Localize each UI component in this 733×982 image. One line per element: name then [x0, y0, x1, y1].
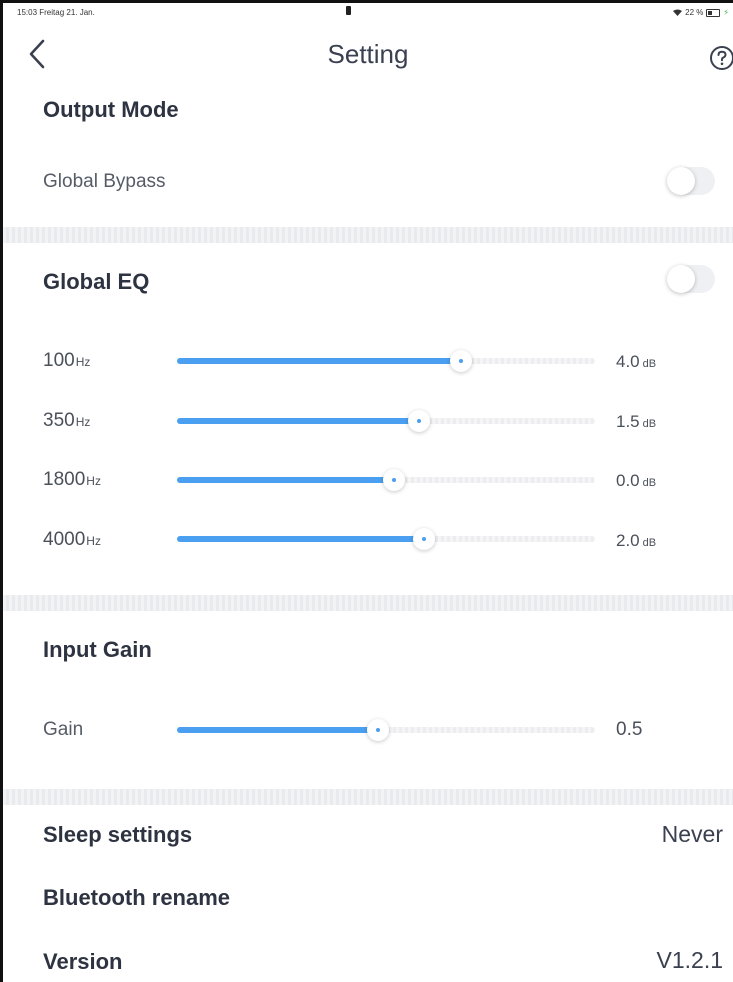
question-circle-icon: [710, 46, 733, 70]
eq-band-frequency: 4000Hz: [43, 529, 101, 550]
eq-band-slider-1800hz[interactable]: [177, 468, 595, 492]
slider-fill: [177, 536, 424, 542]
status-time-date: 15:03 Freitag 21. Jan.: [17, 8, 95, 17]
eq-band-frequency: 1800Hz: [43, 469, 101, 490]
version-label: Version: [43, 949, 123, 974]
eq-band-frequency: 100Hz: [43, 350, 91, 371]
global-eq-toggle[interactable]: [667, 265, 715, 293]
status-indicators: 22 % ⚡: [673, 8, 729, 17]
eq-band-frequency: 350Hz: [43, 410, 91, 431]
battery-icon: [706, 8, 721, 17]
section-divider: [3, 789, 733, 805]
version-value: V1.2.1: [656, 947, 724, 973]
sleep-settings-row[interactable]: Sleep settings: [43, 822, 192, 848]
gain-slider[interactable]: [177, 718, 595, 742]
bluetooth-rename-row[interactable]: Bluetooth rename: [43, 885, 230, 911]
lock-icon: [346, 6, 351, 15]
toggle-knob: [667, 265, 695, 293]
nav-header: Setting: [3, 31, 733, 81]
slider-thumb[interactable]: [366, 719, 389, 741]
app-window: 15:03 Freitag 21. Jan. 22 % ⚡ Setting Ou…: [0, 0, 733, 982]
output-mode-title: Output Mode: [43, 97, 179, 122]
slider-thumb[interactable]: [383, 469, 406, 491]
slider-fill: [177, 358, 462, 364]
charging-icon: ⚡: [723, 8, 729, 17]
input-gain-title: Input Gain: [43, 637, 152, 662]
global-eq-title: Global EQ: [43, 269, 150, 294]
battery-percent: 22 %: [685, 8, 704, 17]
eq-band-slider-350hz[interactable]: [177, 409, 595, 433]
eq-band-slider-100hz[interactable]: [177, 349, 595, 373]
section-divider: [3, 595, 733, 611]
slider-fill: [177, 477, 395, 483]
wifi-icon: [673, 9, 683, 16]
status-bar: 15:03 Freitag 21. Jan. 22 % ⚡: [3, 3, 733, 23]
slider-fill: [177, 418, 420, 424]
slider-thumb[interactable]: [408, 410, 431, 432]
slider-fill: [177, 727, 378, 733]
page-title: Setting: [327, 39, 409, 69]
eq-band-value: 4.0 dB: [616, 352, 657, 371]
global-bypass-label: Global Bypass: [43, 171, 166, 192]
eq-band-value: 1.5 dB: [616, 412, 657, 431]
slider-thumb[interactable]: [450, 350, 473, 372]
eq-band-value: 0.0 dB: [616, 471, 657, 490]
toggle-knob: [667, 167, 695, 195]
sleep-settings-value: Never: [661, 821, 723, 847]
slider-thumb[interactable]: [412, 528, 435, 550]
gain-value: 0.5: [616, 719, 643, 740]
global-bypass-toggle[interactable]: [667, 167, 715, 195]
section-divider: [3, 227, 733, 243]
eq-band-slider-4000hz[interactable]: [177, 527, 595, 551]
eq-band-value: 2.0 dB: [616, 531, 657, 550]
gain-label: Gain: [43, 719, 84, 740]
help-button[interactable]: [709, 45, 733, 71]
